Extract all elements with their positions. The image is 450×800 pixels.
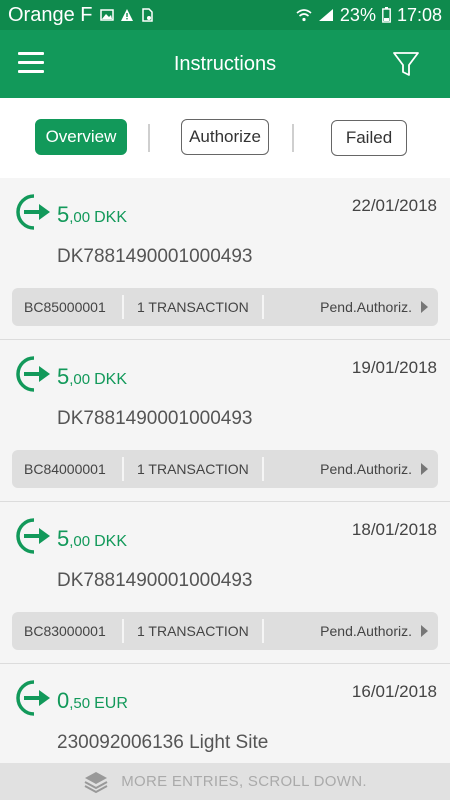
battery-percent: 23% <box>339 4 376 25</box>
hamburger-menu-icon[interactable] <box>18 52 44 74</box>
reference-id: BC84000001 <box>12 457 124 481</box>
status-label: Pend.Authoriz. <box>264 457 438 481</box>
instruction-card[interactable]: 0,50 EUR 16/01/2018 230092006136 Light Si… <box>0 664 450 763</box>
warning-icon <box>121 9 134 21</box>
outgoing-payment-icon <box>16 518 50 554</box>
clock: 17:08 <box>396 4 442 25</box>
account-number: DK7881490001000493 <box>57 570 253 591</box>
sim-icon <box>142 8 154 22</box>
more-entries-label: MORE ENTRIES, SCROLL DOWN. <box>121 773 367 790</box>
status-bar: Orange F 23% 17:08 <box>0 0 450 30</box>
transaction-count: 1 TRANSACTION <box>124 457 264 481</box>
instruction-details-bar[interactable]: BC83000001 1 TRANSACTION Pend.Authoriz. <box>12 612 438 650</box>
account-number: DK7881490001000493 <box>57 246 253 267</box>
signal-icon <box>318 9 333 21</box>
tab-overview[interactable]: Overview <box>35 119 127 155</box>
outgoing-payment-icon <box>16 194 50 230</box>
tab-authorize[interactable]: Authorize <box>181 119 269 155</box>
reference-id: BC83000001 <box>12 619 124 643</box>
wifi-icon <box>296 9 312 22</box>
more-entries-footer: MORE ENTRIES, SCROLL DOWN. <box>0 763 450 800</box>
account-number: DK7881490001000493 <box>57 408 253 429</box>
battery-icon <box>382 7 391 23</box>
instruction-date: 19/01/2018 <box>351 358 437 377</box>
page-title: Instructions <box>173 52 277 75</box>
layers-icon <box>84 771 108 793</box>
instruction-card[interactable]: 5,00 DKK 19/01/2018 DK7881490001000493 BC… <box>0 340 450 502</box>
instruction-card[interactable]: 5,00 DKK 18/01/2018 DK7881490001000493 BC… <box>0 502 450 664</box>
outgoing-payment-icon <box>16 680 50 716</box>
instruction-details-bar[interactable]: BC85000001 1 TRANSACTION Pend.Authoriz. <box>12 288 438 326</box>
instruction-list[interactable]: 5,00 DKK 22/01/2018 DK7881490001000493 BC… <box>0 178 450 763</box>
transaction-count: 1 TRANSACTION <box>124 619 264 643</box>
account-number: 230092006136 Light Site <box>57 732 269 753</box>
instruction-date: 22/01/2018 <box>351 196 437 215</box>
status-label: Pend.Authoriz. <box>264 295 438 319</box>
amount: 5,00 DKK <box>57 202 128 227</box>
outgoing-payment-icon <box>16 356 50 392</box>
status-label: Pend.Authoriz. <box>264 619 438 643</box>
tab-divider <box>292 124 294 152</box>
filter-funnel-icon[interactable] <box>392 50 420 78</box>
tab-divider <box>148 124 150 152</box>
reference-id: BC85000001 <box>12 295 124 319</box>
caret-right-icon <box>421 625 428 637</box>
instruction-card[interactable]: 5,00 DKK 22/01/2018 DK7881490001000493 BC… <box>0 178 450 340</box>
caret-right-icon <box>421 301 428 313</box>
app-bar: Instructions <box>0 30 450 98</box>
amount: 0,50 EUR <box>57 688 128 713</box>
caret-right-icon <box>421 463 428 475</box>
tab-bar: Overview Authorize Failed <box>0 98 450 178</box>
instruction-date: 18/01/2018 <box>351 520 437 539</box>
amount: 5,00 DKK <box>57 364 128 389</box>
tab-failed[interactable]: Failed <box>331 120 407 156</box>
amount: 5,00 DKK <box>57 526 128 551</box>
instruction-date: 16/01/2018 <box>351 682 437 701</box>
transaction-count: 1 TRANSACTION <box>124 295 264 319</box>
image-icon <box>100 9 115 21</box>
carrier-name: Orange F <box>8 3 93 26</box>
instruction-details-bar[interactable]: BC84000001 1 TRANSACTION Pend.Authoriz. <box>12 450 438 488</box>
